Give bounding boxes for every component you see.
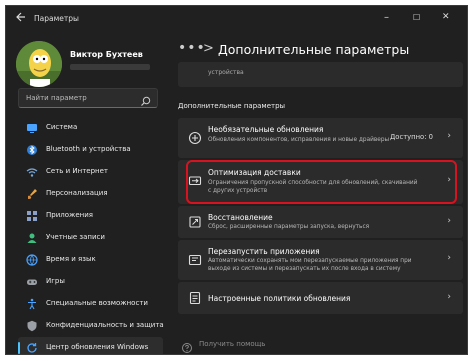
update-policies-card[interactable]: Настроенные политики обновления › <box>178 282 463 314</box>
apps-icon <box>27 211 37 221</box>
section-title: Дополнительные параметры <box>178 102 286 110</box>
gamepad-icon <box>27 279 37 285</box>
plus-circle-icon <box>188 131 202 145</box>
chevron-right-icon: › <box>447 253 451 263</box>
avatar <box>16 41 62 87</box>
update-icon <box>27 343 37 353</box>
settings-window: Параметры – ☐ ✕ Виктор Бухтеев Найти пар… <box>5 5 468 355</box>
window-title: Параметры <box>34 14 79 23</box>
card-description: устройства <box>208 69 244 76</box>
network-icon <box>26 168 38 177</box>
sidebar-item-network[interactable]: Сеть и Интернет <box>18 161 163 183</box>
card-description: Автоматически сохранять мои перезапускае… <box>208 258 412 272</box>
sidebar-item-label: Центр обновления Windows <box>46 343 149 351</box>
sidebar-item-accounts[interactable]: Учетные записи <box>18 227 163 249</box>
bluetooth-icon <box>27 145 37 155</box>
sidebar-item-label: Приложения <box>46 211 93 219</box>
arrow-left-icon <box>16 12 25 22</box>
sidebar-nav: Система Bluetooth и устройства Сеть и Ин… <box>18 117 164 354</box>
chevron-right-icon: › <box>447 216 451 226</box>
user-email-redacted <box>70 64 150 70</box>
optional-updates-card[interactable]: Необязательные обновления Обновления ком… <box>178 118 463 158</box>
get-help-label: Получить помощь <box>199 340 266 348</box>
user-name: Виктор Бухтеев <box>70 50 143 59</box>
title-bar: Параметры – ☐ ✕ <box>6 6 467 32</box>
card-title: Восстановление <box>208 213 273 222</box>
sidebar-item-label: Время и язык <box>46 255 96 263</box>
restart-apps-icon <box>188 254 202 266</box>
recovery-card[interactable]: Восстановление Сброс, расширенные параме… <box>178 206 463 238</box>
maximize-button[interactable]: ☐ <box>413 13 420 22</box>
sidebar-item-bluetooth[interactable]: Bluetooth и устройства <box>18 139 163 161</box>
search-input[interactable]: Найти параметр <box>18 88 158 108</box>
chevron-right-icon: › <box>447 292 451 302</box>
card-title: Настроенные политики обновления <box>208 294 351 303</box>
recovery-icon <box>189 216 201 228</box>
status-text: Доступно: 0 <box>389 133 433 141</box>
help-icon <box>182 343 192 353</box>
sidebar-item-label: Bluetooth и устройства <box>46 145 131 153</box>
breadcrumb-chevron-icon: > <box>203 41 214 56</box>
person-icon <box>27 233 37 243</box>
minimize-button[interactable]: – <box>384 12 389 23</box>
accessibility-icon <box>28 298 36 310</box>
card-description: Обновления компонентов, исправления и но… <box>208 137 390 143</box>
page-title: Дополнительные параметры <box>218 42 410 57</box>
shield-icon <box>27 320 37 332</box>
sidebar-item-apps[interactable]: Приложения <box>18 205 163 227</box>
sidebar-item-label: Специальные возможности <box>46 299 148 307</box>
sidebar-item-gaming[interactable]: Игры <box>18 271 163 293</box>
policy-icon <box>189 291 201 305</box>
breadcrumb-overflow-button[interactable]: ••• <box>178 40 206 56</box>
card-description: Сброс, расширенные параметры запуска, ве… <box>208 224 370 230</box>
card-title: Необязательные обновления <box>208 125 324 134</box>
search-placeholder: Найти параметр <box>26 94 87 102</box>
monitor-icon <box>27 124 37 133</box>
sidebar-item-label: Сеть и Интернет <box>46 167 108 175</box>
back-button[interactable] <box>16 11 26 25</box>
sidebar-item-windows-update[interactable]: Центр обновления Windows <box>18 337 163 354</box>
close-button[interactable]: ✕ <box>442 12 450 22</box>
brush-icon <box>28 189 37 199</box>
search-icon <box>140 92 151 111</box>
sidebar-item-time-language[interactable]: Время и язык <box>18 249 163 271</box>
sidebar-item-label: Персонализация <box>46 189 108 197</box>
partial-settings-card[interactable]: устройства <box>178 62 463 87</box>
chevron-right-icon: › <box>447 131 451 141</box>
get-help-link[interactable]: Получить помощь <box>181 339 265 354</box>
sidebar-item-label: Игры <box>46 277 65 285</box>
sidebar-item-label: Система <box>46 123 78 131</box>
sidebar-item-accessibility[interactable]: Специальные возможности <box>18 293 163 315</box>
sidebar-item-system[interactable]: Система <box>18 117 163 139</box>
card-title: Перезапустить приложения <box>208 247 320 256</box>
restart-apps-card[interactable]: Перезапустить приложения Автоматически с… <box>178 240 463 280</box>
sidebar-item-personalization[interactable]: Персонализация <box>18 183 163 205</box>
sidebar-item-privacy[interactable]: Конфиденциальность и защита <box>18 315 164 337</box>
sidebar-item-label: Учетные записи <box>46 233 105 241</box>
sidebar-item-label: Конфиденциальность и защита <box>46 321 164 329</box>
highlight-frame <box>186 160 457 204</box>
globe-icon <box>26 254 38 266</box>
